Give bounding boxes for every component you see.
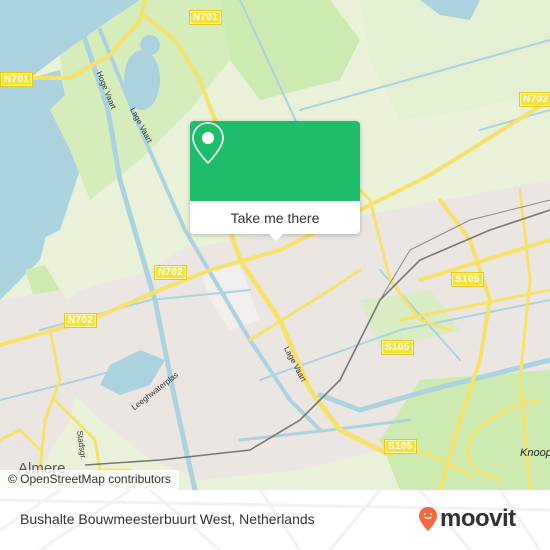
location-pin-icon [192,122,224,165]
road-shield-n702-right: N702 [519,92,550,107]
road-shield-s105-upper: S105 [451,272,484,287]
location-popup: Take me there [190,121,360,241]
popup-pointer [269,234,283,241]
take-me-there-button[interactable]: Take me there [190,201,360,234]
popup-header [190,121,360,201]
map-canvas[interactable]: N701 N701 N702 N702 N702 S105 S105 S105 … [0,0,550,490]
place-label-knooppunt: Knoop [520,447,550,459]
road-shield-n702-left: N702 [64,313,98,328]
brand-name: moovit [440,505,516,532]
road-shield-n702-center: N702 [154,265,188,280]
moovit-logo[interactable]: moovit [418,506,516,532]
stop-name: Bushalte Bouwmeesterbuurt West, Netherla… [20,511,315,527]
road-shield-s105-mid: S105 [381,340,414,355]
road-shield-n701-left: N701 [0,72,34,87]
map-attribution[interactable]: © OpenStreetMap contributors [0,470,179,490]
moovit-pin-icon [419,507,437,531]
footer-bar: Bushalte Bouwmeesterbuurt West, Netherla… [0,490,550,550]
road-shield-n701-top: N701 [189,10,223,25]
map-tiles [0,0,550,490]
road-shield-s105-lower: S105 [384,439,417,454]
